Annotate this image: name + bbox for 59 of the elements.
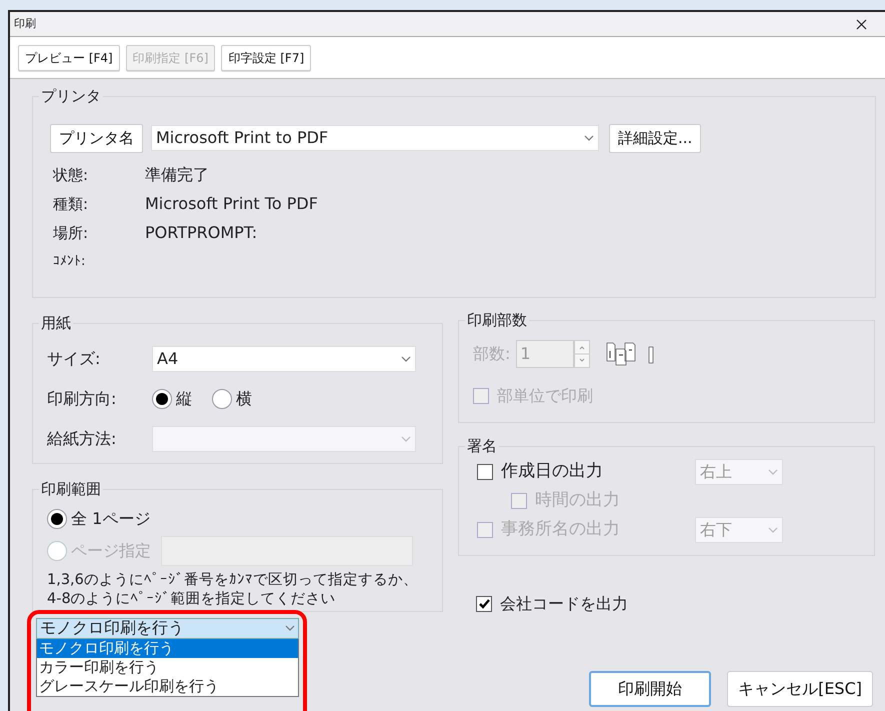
info-value: Microsoft Print To PDF bbox=[145, 193, 318, 215]
hint-text: 1,3,6のようにﾍﾟｰｼﾞ番号をｶﾝﾏで区切って指定するか、4-8のようにﾍﾟｰｼﾞ範囲を指定してください bbox=[47, 570, 419, 608]
checkbox-label: 事務所名の出力 bbox=[501, 518, 621, 542]
toolbar-button[interactable]: 印字設定 [F7] bbox=[221, 44, 312, 70]
printer-name-button[interactable]: プリンタ名 bbox=[50, 124, 143, 152]
chevron-icon bbox=[584, 135, 594, 142]
chevron-icon bbox=[768, 527, 778, 533]
window-title: 印刷 bbox=[14, 16, 36, 32]
field-label: 給紙方法: bbox=[47, 428, 118, 450]
select-value: 右上 bbox=[700, 461, 732, 483]
color-mode-select[interactable]: モノクロ印刷を行う bbox=[36, 618, 299, 638]
dropdown-option[interactable]: カラー印刷を行う bbox=[37, 658, 298, 676]
checkbox-label: 部単位で印刷 bbox=[497, 384, 593, 406]
toolbar-button[interactable]: プレビュー [F4] bbox=[18, 44, 120, 70]
checkbox-label: 作成日の出力 bbox=[501, 460, 604, 484]
info-label: 状態: bbox=[53, 164, 90, 186]
checkbox[interactable] bbox=[477, 464, 493, 480]
group-title: 用紙 bbox=[40, 316, 72, 330]
dropdown-option[interactable]: モノクロ印刷を行う bbox=[37, 638, 298, 658]
chevron-icon bbox=[285, 625, 295, 631]
checkbox[interactable] bbox=[476, 596, 492, 612]
info-value: 準備完了 bbox=[145, 164, 209, 186]
details-button[interactable]: 詳細設定... bbox=[609, 124, 702, 152]
radio-label: ページ指定 bbox=[71, 540, 151, 562]
select-value: Microsoft Print to PDF bbox=[156, 127, 328, 150]
chevron-icon bbox=[768, 469, 778, 475]
paper-source-select[interactable] bbox=[152, 426, 416, 452]
spin-buttons[interactable] bbox=[574, 340, 590, 368]
select-value: A4 bbox=[157, 348, 178, 370]
field-label: サイズ: bbox=[47, 348, 102, 370]
select-value: モノクロ印刷を行う bbox=[40, 617, 184, 639]
close-icon[interactable] bbox=[856, 18, 867, 30]
dialog-button[interactable]: キャンセル[ESC] bbox=[727, 670, 873, 706]
dialog-button[interactable]: 印刷開始 bbox=[589, 670, 712, 706]
paper-size-select[interactable]: A4 bbox=[152, 346, 416, 372]
collate-pages-icon bbox=[606, 340, 656, 366]
info-label: 場所: bbox=[53, 222, 90, 244]
info-label: ｺﾒﾝﾄ: bbox=[53, 253, 86, 272]
info-label: 種類: bbox=[53, 194, 90, 215]
dropdown-option[interactable]: グレースケール印刷を行う bbox=[37, 676, 298, 696]
field-label: 部数: bbox=[473, 342, 510, 364]
group-title: 署名 bbox=[466, 438, 498, 454]
info-value: PORTPROMPT: bbox=[145, 222, 258, 244]
field-label: 印刷方向: bbox=[47, 388, 118, 410]
group-title: プリンタ bbox=[40, 89, 102, 104]
radio-label: 縦 bbox=[176, 388, 192, 410]
chevron-icon bbox=[401, 436, 411, 442]
checkbox-label: 時間の出力 bbox=[535, 489, 621, 512]
radio-button[interactable] bbox=[47, 508, 67, 528]
checkbox-label: 会社コードを出力 bbox=[500, 592, 628, 614]
select-value: 右下 bbox=[700, 519, 732, 541]
group-title: 印刷範囲 bbox=[40, 482, 102, 496]
chevron-icon bbox=[401, 356, 411, 362]
radio-label: 全 1ページ bbox=[71, 508, 150, 530]
group-title: 印刷部数 bbox=[466, 312, 528, 328]
radio-button[interactable] bbox=[212, 388, 232, 408]
radio-label: 横 bbox=[236, 388, 252, 410]
radio-button[interactable] bbox=[152, 388, 172, 408]
printer-select[interactable]: Microsoft Print to PDF bbox=[151, 125, 599, 152]
